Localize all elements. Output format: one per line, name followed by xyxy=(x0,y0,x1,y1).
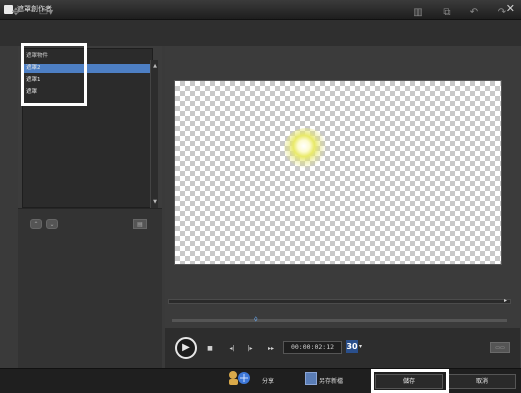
mask-dropdown-icon[interactable]: ▭▾ xyxy=(36,7,56,19)
redo-icon[interactable]: ↷ xyxy=(495,7,509,19)
cursor-tool-icon[interactable]: ✥ xyxy=(9,7,23,19)
save-as-icon[interactable] xyxy=(305,372,317,385)
import-icon[interactable]: ▥ xyxy=(411,7,425,19)
highlight-box-list xyxy=(21,43,87,106)
stop-icon[interactable]: ■ xyxy=(205,344,215,353)
list-scrollbar[interactable]: ▲ ▼ xyxy=(150,60,158,208)
move-up-button[interactable]: ⌃ xyxy=(30,219,42,229)
position-slider[interactable] xyxy=(172,319,507,322)
undo-icon[interactable]: ↶ xyxy=(467,7,481,19)
save-as-label[interactable]: 另存新檔 xyxy=(319,376,343,385)
list-actions-area xyxy=(18,208,162,368)
preview-settings-icon[interactable]: ▭▭ xyxy=(490,342,510,353)
play-button[interactable]: ▶ xyxy=(175,337,197,359)
highlight-box-save xyxy=(371,369,449,393)
cancel-button[interactable]: 取消 xyxy=(448,374,516,389)
timecode-display[interactable]: 00:00:02:12 xyxy=(283,341,342,354)
timeline-track[interactable] xyxy=(168,299,511,304)
sparkle-mask-graphic xyxy=(284,128,328,168)
share-label[interactable]: 分享 xyxy=(262,376,274,385)
scroll-down-icon[interactable]: ▼ xyxy=(151,198,159,206)
track-right-icon[interactable]: ▸ xyxy=(504,297,507,304)
mask-creator-window: 遮罩創作者 ✕ ✥ ▭▾ ▥ ⧉ ↶ ↷ 遮罩物件 遮罩2 遮罩1 遮罩 ▲ ▼… xyxy=(0,0,521,393)
preview-canvas[interactable] xyxy=(174,80,502,265)
fps-badge[interactable]: 30 xyxy=(346,340,358,353)
copy-icon[interactable]: ⧉ xyxy=(440,7,454,19)
next-frame-icon[interactable]: |▸ xyxy=(245,344,255,353)
move-down-button[interactable]: ⌄ xyxy=(46,219,58,229)
fps-dropdown-icon[interactable]: ▾ xyxy=(359,343,362,350)
fast-forward-icon[interactable]: ▸▸ xyxy=(264,344,278,353)
playback-controls xyxy=(165,328,520,368)
prev-frame-icon[interactable]: ◂| xyxy=(227,344,237,353)
slider-knob-icon[interactable]: ⬨ xyxy=(254,315,260,323)
scroll-up-icon[interactable]: ▲ xyxy=(151,62,159,70)
share-icon[interactable] xyxy=(227,370,251,386)
delete-icon[interactable]: ▤ xyxy=(133,219,147,229)
